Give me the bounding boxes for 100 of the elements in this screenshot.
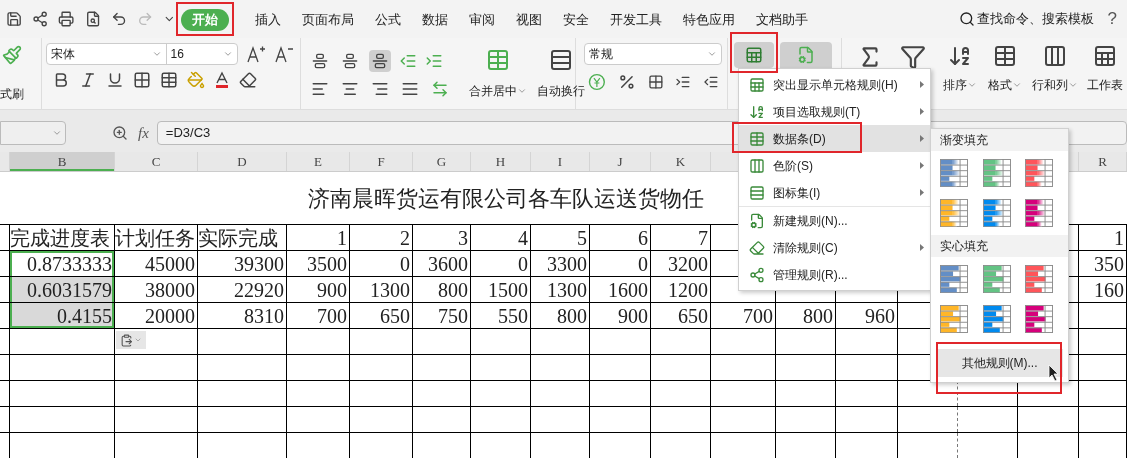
data-bar-swatch-icon[interactable]: [940, 305, 968, 333]
number-format-select[interactable]: 常规: [584, 43, 723, 65]
data-bar-swatch-icon[interactable]: [982, 265, 1011, 293]
menu-item[interactable]: 色阶(S): [739, 152, 930, 179]
table-cell: 完成进度表: [10, 227, 110, 248]
table-cell: 800: [438, 279, 468, 300]
column-header[interactable]: R: [1079, 152, 1127, 171]
clear-icon[interactable]: [238, 71, 257, 89]
data-bar-swatch-icon[interactable]: [1025, 305, 1054, 333]
table-cell: 8310: [244, 305, 284, 326]
table-icon: [749, 76, 765, 93]
column-header[interactable]: C: [115, 152, 198, 171]
merge-center-button[interactable]: 合并居中: [469, 47, 528, 100]
data-bar-swatch-icon[interactable]: [940, 265, 968, 293]
table-cell: 1300: [547, 279, 587, 300]
ribbon-tab[interactable]: 文档助手: [756, 8, 808, 31]
table-cell: 900: [317, 279, 347, 300]
section-heading: 实心填充: [931, 235, 1068, 257]
column-header[interactable]: J: [590, 152, 651, 171]
column-header[interactable]: G: [413, 152, 471, 171]
table-cell: 2: [400, 227, 410, 248]
more-rules-button[interactable]: 其他规则(M)...: [936, 349, 1063, 377]
command-search[interactable]: 查找命令、搜索模板: [958, 9, 1094, 29]
print-preview-icon[interactable]: [84, 10, 101, 28]
percent-icon[interactable]: [617, 73, 636, 91]
table-icon: [745, 46, 764, 64]
distribute-icon[interactable]: [431, 79, 450, 98]
ribbon-tab[interactable]: 视图: [516, 8, 542, 31]
ribbon-tab[interactable]: 公式: [375, 8, 401, 31]
share-icon: [749, 266, 765, 283]
data-bar-swatch-icon[interactable]: [940, 159, 968, 187]
save-icon[interactable]: [6, 10, 23, 28]
wrap-text-button[interactable]: 自动换行: [537, 47, 586, 100]
column-header[interactable]: D: [198, 152, 287, 171]
data-bar-swatch-icon[interactable]: [1025, 159, 1054, 187]
conditional-format-button[interactable]: [734, 42, 775, 68]
ribbon-tab[interactable]: 开发工具: [610, 8, 662, 31]
shrink-font-icon[interactable]: [273, 45, 294, 63]
menu-item[interactable]: 新建规则(N)...: [739, 207, 930, 234]
table-cell: 22920: [234, 279, 284, 300]
data-bar-swatch-icon[interactable]: [982, 199, 1011, 227]
ribbon-button[interactable]: 格式: [982, 44, 1027, 94]
ribbon-tab[interactable]: 特色应用: [683, 8, 735, 31]
help-button[interactable]: ?: [1107, 6, 1117, 32]
sheet-title: 济南晨晖货运有限公司各车队运送货物任: [308, 184, 704, 213]
paste-options-button[interactable]: [116, 331, 146, 349]
menu-item[interactable]: 管理规则(R)...: [739, 261, 930, 288]
table-cell: 700: [317, 305, 347, 326]
table-cell: 39300: [234, 253, 284, 274]
grow-font-icon[interactable]: [245, 45, 266, 63]
table-cell: 45000: [145, 253, 195, 274]
ribbon-tab[interactable]: 页面布局: [302, 8, 354, 31]
table-cell: 计划任务: [115, 227, 195, 248]
column-header[interactable]: H: [471, 152, 531, 171]
search-placeholder: 查找命令、搜索模板: [976, 10, 1094, 29]
data-bar-swatch-icon[interactable]: [1025, 199, 1054, 227]
table-cell: 1600: [608, 279, 648, 300]
ribbon-button[interactable]: 排序: [937, 44, 982, 94]
ribbon-tab[interactable]: 安全: [563, 8, 589, 31]
table-icon: [749, 130, 765, 147]
column-header[interactable]: F: [350, 152, 413, 171]
data-bar-swatch-icon[interactable]: [982, 159, 1011, 187]
menu-item[interactable]: 图标集(I): [739, 179, 930, 206]
data-bar-swatch-icon[interactable]: [1025, 265, 1054, 293]
currency-icon[interactable]: [588, 73, 606, 91]
data-bar-swatch-icon[interactable]: [940, 199, 968, 227]
underline-icon[interactable]: [105, 71, 124, 89]
format-painter-icon[interactable]: [2, 44, 22, 66]
ribbon-button[interactable]: 行和列: [1027, 44, 1083, 94]
table-cell: 6: [638, 227, 648, 248]
zoom-icon[interactable]: [112, 125, 128, 141]
column-header[interactable]: K: [651, 152, 711, 171]
function-button[interactable]: fx: [138, 121, 149, 145]
undo-icon[interactable]: [110, 10, 128, 28]
ribbon-button[interactable]: 工作表: [1083, 44, 1127, 94]
ribbon-tab[interactable]: 审阅: [469, 8, 495, 31]
fill-color-icon[interactable]: [186, 71, 205, 89]
table-cell: 1: [337, 227, 347, 248]
table-cell: 5: [577, 227, 587, 248]
cell-style-icon[interactable]: [159, 71, 178, 89]
borders-icon[interactable]: [132, 71, 151, 89]
ribbon-tab[interactable]: 数据: [422, 8, 448, 31]
menu-item[interactable]: 突出显示单元格规则(H): [739, 71, 930, 98]
menu-item[interactable]: 清除规则(C): [739, 234, 930, 261]
caret-icon: [1068, 80, 1078, 90]
share-icon[interactable]: [32, 10, 49, 28]
column-header[interactable]: E: [287, 152, 350, 171]
table-cell: 1500: [488, 279, 528, 300]
font-color-icon[interactable]: [213, 71, 230, 89]
column-header[interactable]: I: [531, 152, 590, 171]
format-painter-label[interactable]: 式刷: [0, 85, 24, 103]
print-icon[interactable]: [58, 10, 75, 28]
table-cell: 3500: [307, 253, 347, 274]
vertical-align-button[interactable]: [369, 49, 392, 72]
ribbon-tab[interactable]: 插入: [255, 8, 281, 31]
filter-icon[interactable]: [900, 44, 926, 70]
data-bar-swatch-icon[interactable]: [982, 305, 1011, 333]
sort-icon: [947, 44, 972, 68]
column-header[interactable]: B: [10, 152, 115, 171]
menu-item[interactable]: 数据条(D): [739, 125, 930, 152]
